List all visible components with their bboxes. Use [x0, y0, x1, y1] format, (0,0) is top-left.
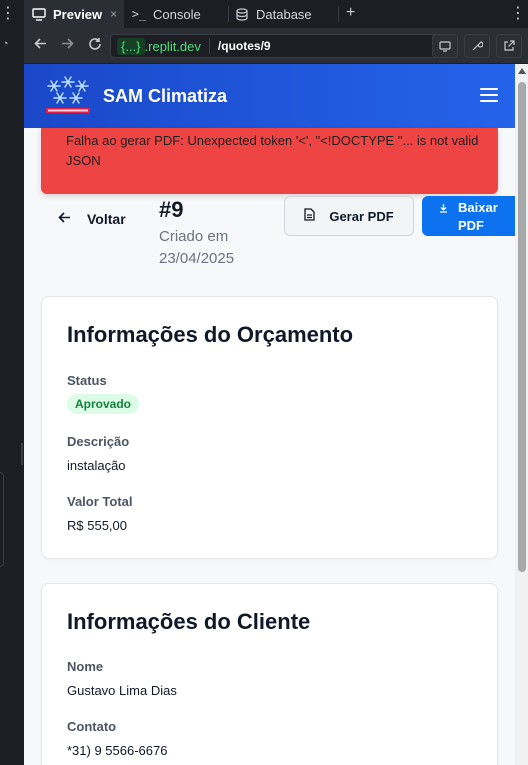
- generate-pdf-button[interactable]: Gerar PDF: [284, 196, 414, 236]
- generate-pdf-label: Gerar PDF: [329, 208, 394, 224]
- left-pane-strip: ◔: [0, 28, 24, 765]
- devices-button[interactable]: [432, 34, 458, 58]
- status-badge: Aprovado: [67, 394, 140, 414]
- monitor-icon: [32, 7, 46, 21]
- new-tab-button[interactable]: +: [346, 4, 355, 22]
- database-icon: [235, 7, 249, 21]
- pane-edge: [0, 472, 4, 567]
- tab-label: Preview: [53, 6, 103, 22]
- created-date: Criado em 23/04/2025: [159, 228, 235, 267]
- tab-preview[interactable]: Preview ×: [24, 0, 124, 28]
- tab-divider: [338, 6, 339, 22]
- url-path: /quotes/9: [217, 39, 271, 53]
- app-header: SAM Climatiza: [24, 64, 515, 128]
- scrollbar-thumb[interactable]: [518, 82, 526, 572]
- back-arrow-icon[interactable]: [34, 37, 47, 54]
- external-link-icon: [504, 40, 515, 51]
- back-button[interactable]: Voltar: [58, 210, 126, 227]
- error-toast: Falha ao gerar PDF: Unexpected token '<'…: [41, 128, 498, 194]
- pane-options-icon[interactable]: ⋮: [0, 3, 16, 23]
- card-title: Informações do Cliente: [67, 609, 311, 634]
- tab-database[interactable]: Database: [235, 0, 340, 28]
- url-host-badge: {...}: [117, 37, 145, 55]
- tab-divider: [228, 6, 229, 22]
- url-input[interactable]: {...} .replit.dev /quotes/9 →: [110, 34, 452, 58]
- name-value: Gustavo Lima Dias: [67, 683, 177, 698]
- card-title: Informações do Orçamento: [67, 322, 354, 347]
- tab-label: Console: [153, 6, 201, 22]
- url-domain: .replit.dev: [144, 38, 201, 54]
- scroll-up-arrow-icon[interactable]: [518, 68, 526, 74]
- contact-value: *31) 9 5566-6676: [67, 743, 168, 758]
- close-icon[interactable]: ×: [110, 7, 117, 21]
- status-label: Status: [67, 373, 107, 388]
- speedometer-icon: ◔: [2, 38, 9, 50]
- preview-viewport: SAM Climatiza Falha ao gerar PDF: Unexpe…: [24, 64, 515, 765]
- wrench-icon: [472, 41, 483, 51]
- download-icon: [439, 203, 448, 216]
- download-pdf-button[interactable]: Baixar PDF: [422, 196, 515, 236]
- back-label: Voltar: [87, 210, 126, 227]
- document-icon: [304, 208, 315, 224]
- quote-number: #9: [159, 197, 184, 222]
- tab-label: Database: [256, 6, 312, 22]
- open-new-tab-button[interactable]: [496, 34, 522, 58]
- name-label: Nome: [67, 659, 104, 674]
- more-options-icon[interactable]: ⋮: [510, 3, 526, 23]
- brand-title[interactable]: SAM Climatiza: [103, 86, 227, 107]
- total-value: R$ 555,00: [67, 518, 127, 533]
- monitor-icon: [439, 40, 451, 52]
- tab-console[interactable]: >_ Console: [132, 0, 227, 28]
- description-label: Descrição: [67, 434, 130, 449]
- quote-info-card: Informações do Orçamento Status Aprovado…: [41, 296, 498, 559]
- pane-resize-handle[interactable]: [21, 443, 23, 465]
- menu-icon[interactable]: [480, 88, 498, 102]
- terminal-icon: >_: [131, 7, 147, 21]
- forward-arrow-icon[interactable]: [61, 37, 74, 54]
- arrow-left-icon: [58, 210, 71, 227]
- contact-label: Contato: [67, 719, 117, 734]
- client-info-card: Informações do Cliente Nome Gustavo Lima…: [41, 583, 498, 765]
- devtools-button[interactable]: [464, 34, 490, 58]
- description-value: instalação: [67, 458, 126, 473]
- download-pdf-label: Baixar PDF: [458, 200, 498, 233]
- workspace-tab-bar: Preview × >_ Console Database + ⋮ ⋮: [0, 0, 528, 28]
- snowflake-logo-icon: [46, 76, 90, 113]
- error-message: Falha ao gerar PDF: Unexpected token '<'…: [66, 133, 479, 168]
- url-divider: [208, 38, 210, 54]
- preview-url-bar: {...} .replit.dev /quotes/9 →: [24, 28, 528, 64]
- total-label: Valor Total: [67, 494, 133, 509]
- refresh-icon[interactable]: [88, 37, 102, 55]
- viewport-scrollbar[interactable]: [515, 64, 528, 765]
